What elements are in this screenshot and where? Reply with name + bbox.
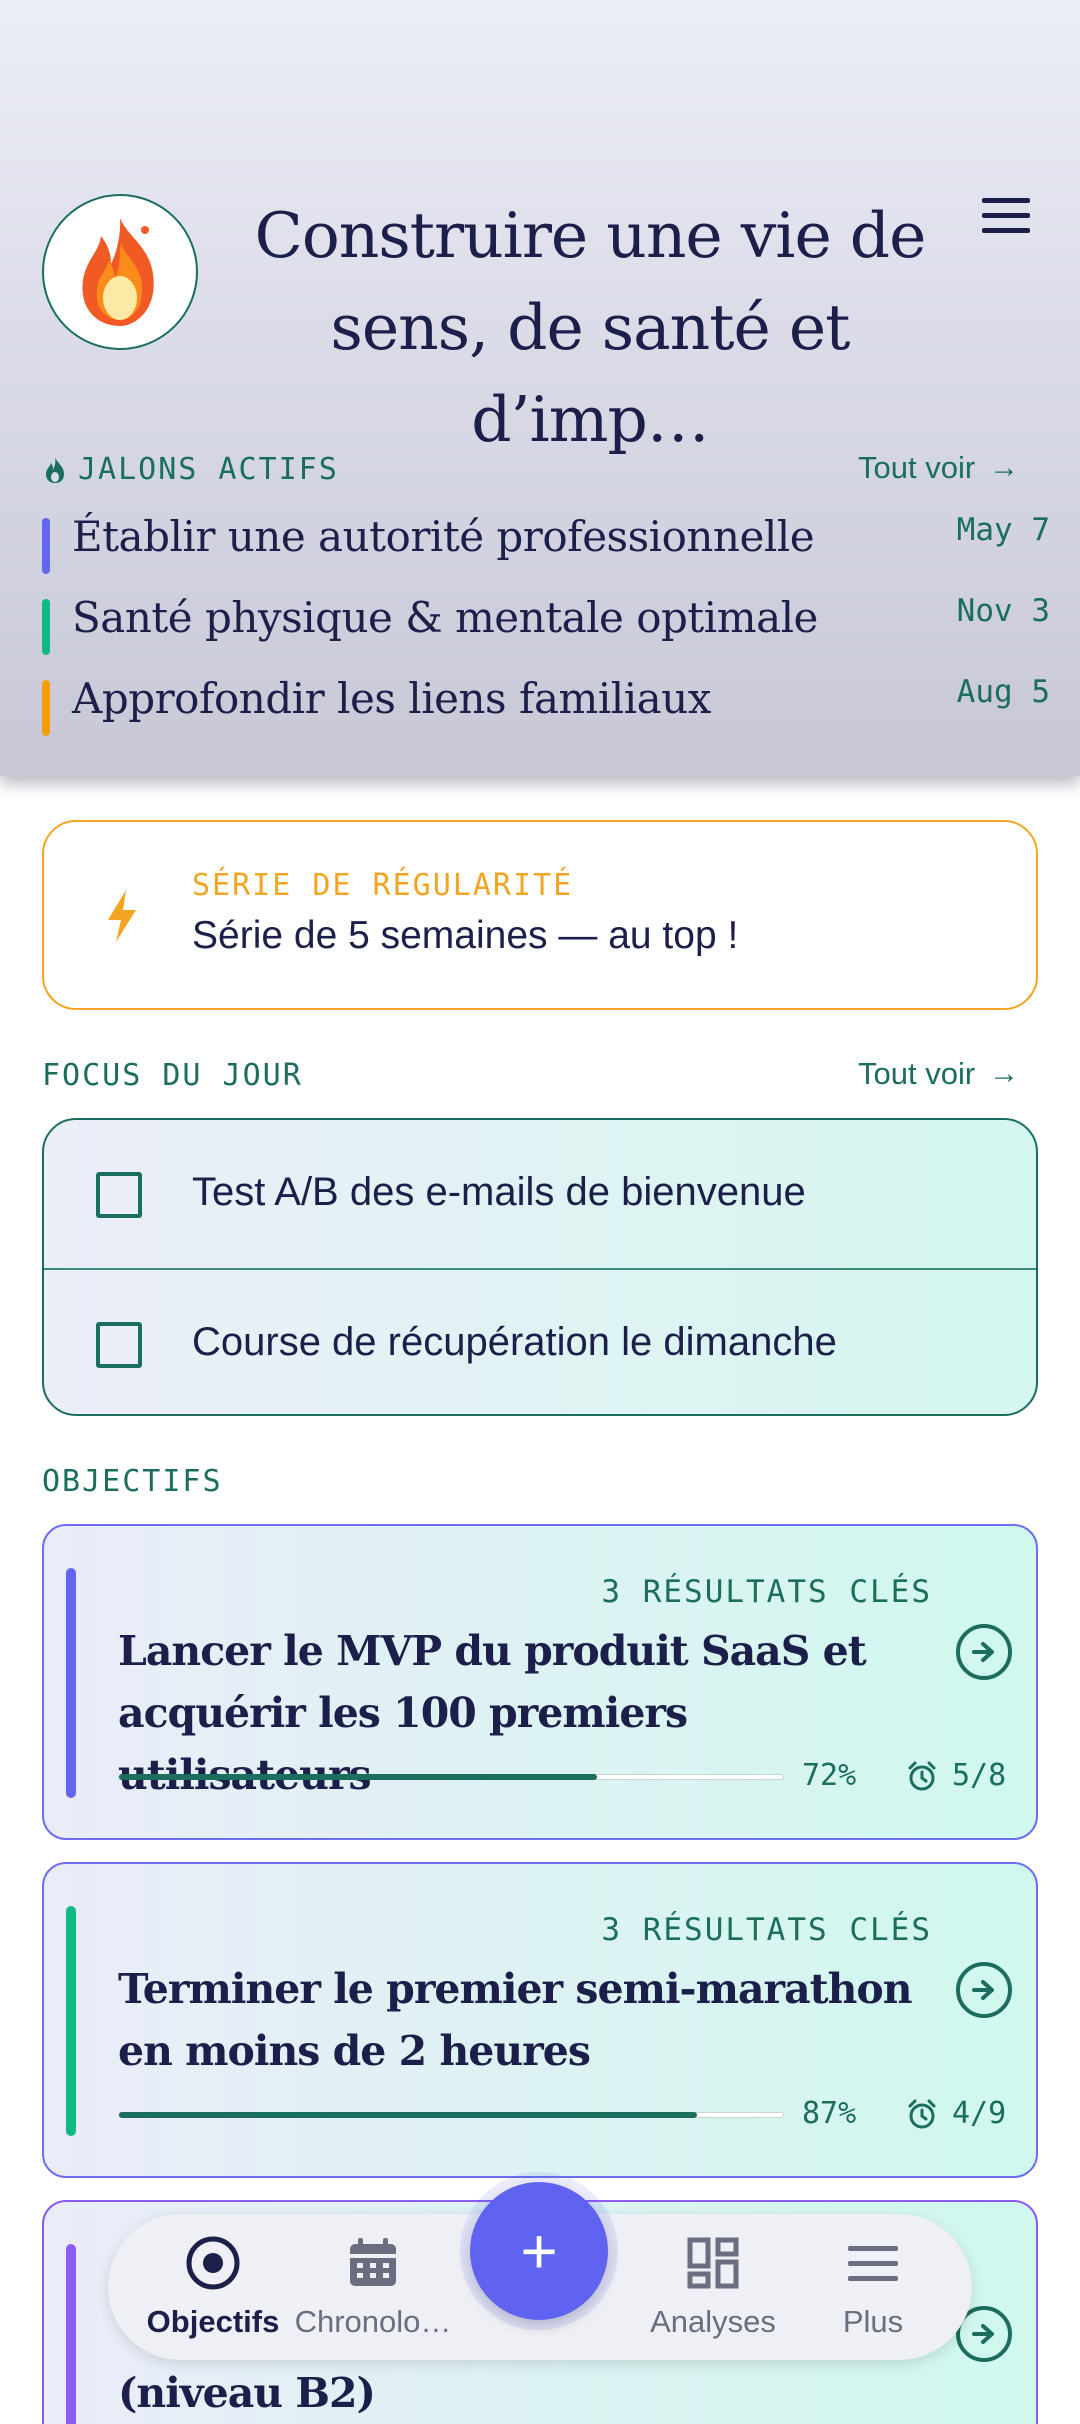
open-objective-button[interactable]: [956, 1962, 1012, 2018]
milestone-name: Approfondir les liens familiaux: [72, 674, 711, 723]
progress-bar: [118, 2112, 784, 2118]
objective-card[interactable]: 3 RÉSULTATS CLÉS Lancer le MVP du produi…: [42, 1524, 1038, 1840]
focus-label: FOCUS DU JOUR: [42, 1058, 303, 1093]
menu-icon: [982, 198, 1030, 203]
key-results-count: 3 RÉSULTATS CLÉS: [601, 1912, 932, 1948]
arrow-circle-right-icon: [972, 1642, 994, 1662]
milestone-color-bar: [42, 680, 50, 736]
open-objective-button[interactable]: [956, 1624, 1012, 1680]
milestone-date: Aug 5: [956, 674, 1050, 710]
nav-item-analyses[interactable]: Analyses: [628, 2214, 798, 2360]
task-count: 5/8: [952, 1758, 1007, 1793]
dashboard-icon: [687, 2237, 739, 2289]
focus-see-all-link[interactable]: Tout voir →: [858, 1056, 1019, 1092]
focus-item[interactable]: Course de récupération le dimanche: [44, 1268, 1036, 1414]
nav-label: Analyses: [650, 2304, 776, 2339]
milestone-color-bar: [42, 599, 50, 655]
objective-title: Terminer le premier semi-marathon en moi…: [118, 1965, 913, 2075]
progress-bar: [118, 1774, 784, 1780]
streak-text: Série de 5 semaines — au top !: [192, 914, 739, 957]
objective-accent-bar: [66, 1906, 76, 2136]
arrow-circle-right-icon: [972, 1980, 994, 2000]
milestone-date: Nov 3: [956, 593, 1050, 629]
add-button[interactable]: +: [470, 2182, 608, 2320]
milestone-name: Établir une autorité professionnelle: [72, 512, 815, 561]
nav-label: Chronolo…: [294, 2304, 452, 2339]
page-title: Construire une vie de sens, de santé et …: [254, 199, 927, 456]
milestone-item[interactable]: Approfondir les liens familiaux Aug 5: [42, 674, 1050, 736]
focus-item[interactable]: Test A/B des e-mails de bienvenue: [44, 1120, 1036, 1268]
objective-title: (niveau B2): [118, 2369, 376, 2417]
task-count: 4/9: [952, 2096, 1007, 2131]
menu-icon: [848, 2246, 898, 2281]
streak-kicker: SÉRIE DE RÉGULARITÉ: [192, 868, 574, 903]
nav-item-objectifs[interactable]: Objectifs: [128, 2214, 298, 2360]
focus-list: Test A/B des e-mails de bienvenue Course…: [42, 1118, 1038, 1416]
alarm-icon: [908, 2099, 936, 2129]
milestones-label: JALONS ACTIFS: [78, 452, 339, 487]
focus-item-label: Course de récupération le dimanche: [192, 1320, 837, 1364]
milestone-date: May 7: [956, 512, 1050, 548]
arrow-right-icon: →: [989, 451, 1020, 484]
progress-fill: [119, 1774, 598, 1780]
milestones-see-all-link[interactable]: Tout voir →: [858, 450, 1019, 486]
nav-label: Plus: [842, 2304, 904, 2339]
flame-small-icon: [46, 456, 64, 483]
target-icon: [186, 2236, 240, 2290]
nav-label: Objectifs: [146, 2304, 280, 2339]
avatar[interactable]: [42, 194, 198, 350]
key-results-count: 3 RÉSULTATS CLÉS: [601, 1574, 932, 1610]
focus-checkbox[interactable]: [96, 1172, 142, 1218]
objective-accent-bar: [66, 2244, 76, 2424]
objectives-label: OBJECTIFS: [42, 1464, 223, 1499]
objective-accent-bar: [66, 1568, 76, 1798]
progress-percent: 72%: [802, 1758, 857, 1793]
arrow-right-icon: →: [989, 1057, 1020, 1090]
header: Construire une vie de sens, de santé et …: [0, 0, 1080, 776]
focus-checkbox[interactable]: [96, 1322, 142, 1368]
milestone-color-bar: [42, 518, 50, 574]
milestone-name: Santé physique & mentale optimale: [72, 593, 818, 642]
calendar-icon: [350, 2238, 396, 2286]
nav-item-chronologie[interactable]: Chronolo…: [288, 2214, 458, 2360]
milestone-item[interactable]: Santé physique & mentale optimale Nov 3: [42, 593, 1050, 655]
alarm-icon: [908, 1761, 936, 1791]
progress-fill: [119, 2112, 697, 2118]
milestones-section: JALONS ACTIFS: [42, 452, 339, 487]
flame-icon: [82, 218, 154, 326]
arrow-circle-right-icon: [972, 2324, 994, 2344]
objective-card[interactable]: 3 RÉSULTATS CLÉS Terminer le premier sem…: [42, 1862, 1038, 2178]
nav-item-plus[interactable]: Plus: [798, 2214, 948, 2360]
menu-button[interactable]: [978, 196, 1034, 236]
focus-item-label: Test A/B des e-mails de bienvenue: [192, 1170, 806, 1214]
streak-card[interactable]: SÉRIE DE RÉGULARITÉ Série de 5 semaines …: [42, 820, 1038, 1010]
milestone-item[interactable]: Établir une autorité professionnelle May…: [42, 512, 1050, 574]
progress-percent: 87%: [802, 2096, 857, 2131]
bolt-icon: [108, 890, 136, 942]
